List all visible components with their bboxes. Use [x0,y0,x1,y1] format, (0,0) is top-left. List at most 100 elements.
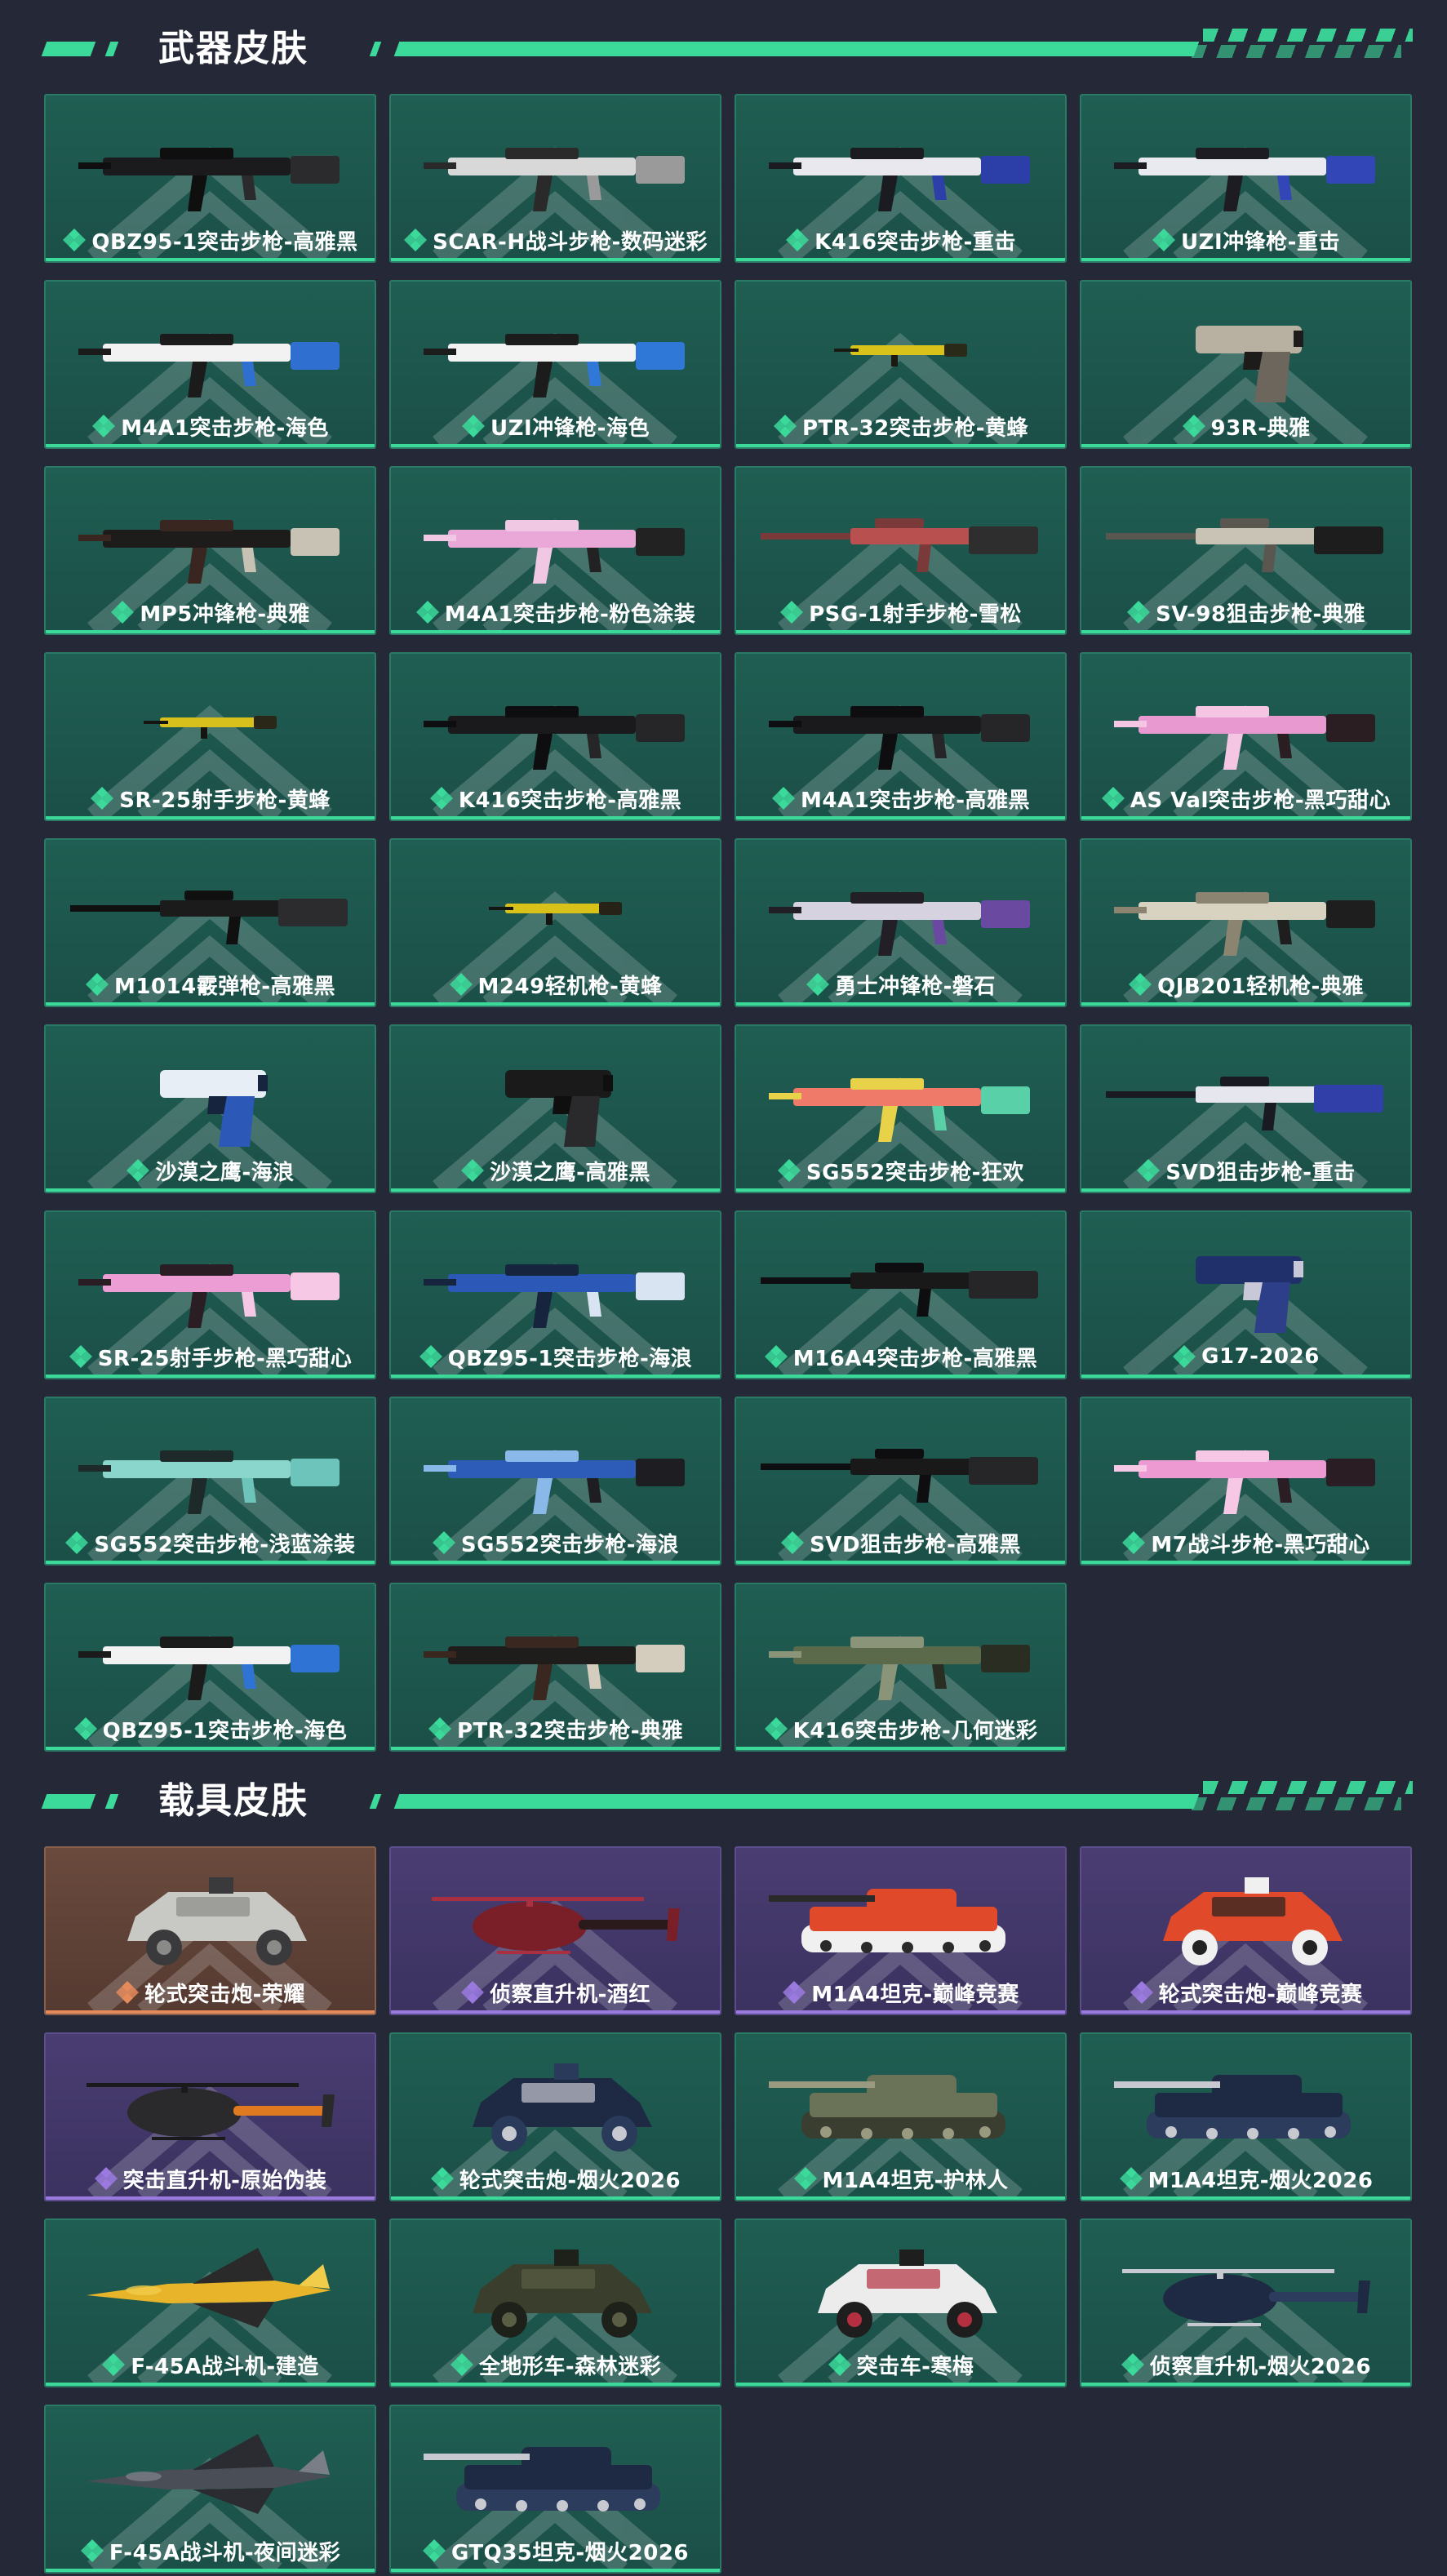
rarity-diamond-icon [460,1158,485,1183]
rarity-diamond-icon [73,1717,98,1741]
rarity-diamond-icon [80,2538,104,2563]
skin-card[interactable]: 全地形车-森林迷彩 [389,2218,721,2387]
header-accent-bar [104,1794,119,1809]
skin-card[interactable]: SV-98狙击步枪-典雅 [1080,466,1412,635]
skin-item-image [1106,1077,1383,1130]
skin-card[interactable]: SVD狙击步枪-高雅黑 [735,1397,1067,1566]
skin-card[interactable]: 勇士冲锋枪-磐石 [735,838,1067,1007]
rarity-diamond-icon [69,1344,93,1369]
card-label: M1A4坦克-烟火2026 [1081,2164,1410,2193]
skin-card[interactable]: K416突击步枪-几何迷彩 [735,1583,1067,1752]
skin-card[interactable]: SG552突击步枪-浅蓝涂装 [44,1397,376,1566]
card-label: SVD狙击步枪-高雅黑 [736,1528,1065,1557]
skin-card[interactable]: M1A4坦克-烟火2026 [1080,2032,1412,2201]
skin-card[interactable]: M249轻机枪-黄蜂 [389,838,721,1007]
skin-card[interactable]: 沙漠之鹰-高雅黑 [389,1024,721,1193]
card-label: K416突击步枪-几何迷彩 [736,1714,1065,1743]
skin-card[interactable]: 侦察直升机-烟火2026 [1080,2218,1412,2387]
rarity-diamond-icon [94,2166,118,2191]
skin-card[interactable]: PTR-32突击步枪-典雅 [389,1583,721,1752]
skin-card[interactable]: SVD狙击步枪-重击 [1080,1024,1412,1193]
skin-card[interactable]: 轮式突击炮-巅峰竞赛 [1080,1846,1412,2015]
skin-card[interactable]: M4A1突击步枪-海色 [44,280,376,449]
skin-card[interactable]: QBZ95-1突击步枪-海色 [44,1583,376,1752]
skin-card[interactable]: M1A4坦克-护林人 [735,2032,1067,2201]
card-label: UZI冲锋枪-重击 [1081,225,1410,255]
section-title: 武器皮肤 [158,28,308,69]
rarity-diamond-icon [461,414,486,438]
skin-card[interactable]: PTR-32突击步枪-黄蜂 [735,280,1067,449]
card-label: M249轻机枪-黄蜂 [391,970,720,999]
skin-item-image [87,2083,335,2140]
skin-name: SG552突击步枪-海浪 [460,1532,680,1557]
skin-card[interactable]: 突击车-寒梅 [735,2218,1067,2387]
skin-name: UZI冲锋枪-重击 [1181,229,1340,255]
skin-card[interactable]: M4A1突击步枪-粉色涂装 [389,466,721,635]
skin-card[interactable]: GTQ35坦克-烟火2026 [389,2405,721,2574]
skin-card[interactable]: SCAR-H战斗步枪-数码迷彩 [389,94,721,263]
card-label: 勇士冲锋枪-磐石 [736,970,1065,999]
skin-name: 轮式突击炮-烟火2026 [459,2168,681,2193]
rarity-diamond-icon [450,2352,474,2377]
card-label: M16A4突击步枪-高雅黑 [736,1342,1065,1371]
skin-card[interactable]: SR-25射手步枪-黑巧甜心 [44,1210,376,1379]
skin-item-image [1106,518,1383,572]
skin-card[interactable]: 沙漠之鹰-海浪 [44,1024,376,1193]
skin-card[interactable]: 轮式突击炮-荣耀 [44,1846,376,2015]
skin-card[interactable]: UZI冲锋枪-海色 [389,280,721,449]
card-label: PTR-32突击步枪-黄蜂 [736,411,1065,441]
skin-card[interactable]: QBZ95-1突击步枪-海浪 [389,1210,721,1379]
rarity-diamond-icon [1130,1980,1154,2005]
card-label: SG552突击步枪-狂欢 [736,1156,1065,1185]
skin-card[interactable]: K416突击步枪-重击 [735,94,1067,263]
skin-name: 全地形车-森林迷彩 [478,2354,662,2379]
skin-card[interactable]: M4A1突击步枪-高雅黑 [735,652,1067,821]
skin-item-image [424,706,685,770]
skin-card[interactable]: 侦察直升机-酒红 [389,1846,721,2015]
skin-card[interactable]: F-45A战斗机-建造 [44,2218,376,2387]
skin-name: M7战斗步枪-黑巧甜心 [1151,1532,1370,1557]
skin-card[interactable]: QJB201轻机枪-典雅 [1080,838,1412,1007]
skin-card[interactable]: MP5冲锋枪-典雅 [44,466,376,635]
rarity-diamond-icon [1182,414,1206,438]
skin-card[interactable]: 突击直升机-原始伪装 [44,2032,376,2201]
card-label: 轮式突击炮-荣耀 [46,1978,375,2007]
skin-item-image [424,520,685,584]
rarity-diamond-icon [422,2538,446,2563]
skin-name: M1014霰弹枪-高雅黑 [113,974,336,999]
skin-card[interactable]: M1A4坦克-巅峰竞赛 [735,1846,1067,2015]
skin-item-image [1196,326,1303,402]
rarity-diamond-icon [1121,1530,1146,1555]
skin-item-image [78,520,340,584]
skin-card[interactable]: QBZ95-1突击步枪-高雅黑 [44,94,376,263]
header-accent-bar [369,1794,382,1809]
skin-card[interactable]: K416突击步枪-高雅黑 [389,652,721,821]
skin-card[interactable]: M7战斗步枪-黑巧甜心 [1080,1397,1412,1566]
skin-card[interactable]: 轮式突击炮-烟火2026 [389,2032,721,2201]
skin-card[interactable]: SR-25射手步枪-黄蜂 [44,652,376,821]
rarity-diamond-icon [90,786,114,811]
card-label: SR-25射手步枪-黑巧甜心 [46,1342,375,1371]
skin-item-image [834,344,967,366]
skin-name: M1A4坦克-烟火2026 [1147,2168,1374,2193]
rarity-diamond-icon [91,414,116,438]
skin-card[interactable]: F-45A战斗机-夜间迷彩 [44,2405,376,2574]
skin-card[interactable]: M1014霰弹枪-高雅黑 [44,838,376,1007]
skin-item-image [769,706,1030,770]
skin-name: QJB201轻机枪-典雅 [1157,974,1364,999]
skin-card[interactable]: G17-2026 [1080,1210,1412,1379]
skin-name: SCAR-H战斗步枪-数码迷彩 [433,229,708,255]
skin-card[interactable]: SG552突击步枪-海浪 [389,1397,721,1566]
skin-card[interactable]: 93R-典雅 [1080,280,1412,449]
skin-item-image [1122,2269,1370,2326]
skin-card[interactable]: PSG-1射手步枪-雪松 [735,466,1067,635]
skin-card[interactable]: UZI冲锋枪-重击 [1080,94,1412,263]
skin-name: M4A1突击步枪-海色 [121,415,329,441]
skin-card[interactable]: SG552突击步枪-狂欢 [735,1024,1067,1193]
header-stripes [1192,1773,1413,1830]
skin-card[interactable]: M16A4突击步枪-高雅黑 [735,1210,1067,1379]
rarity-diamond-icon [126,1158,150,1183]
card-label: 沙漠之鹰-高雅黑 [391,1156,720,1185]
header-accent-bar [41,42,96,56]
skin-card[interactable]: AS Val突击步枪-黑巧甜心 [1080,652,1412,821]
